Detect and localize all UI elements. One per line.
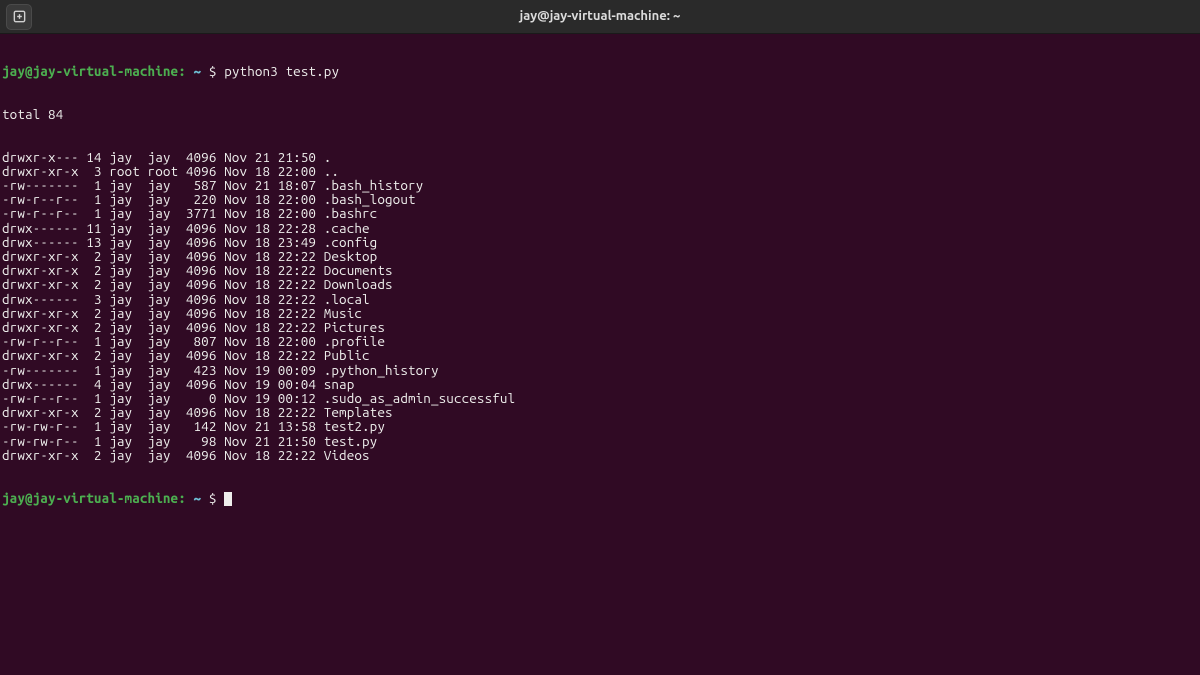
- prompt-path: ~: [186, 490, 201, 506]
- listing-row: drwxr-xr-x 2 jay jay 4096 Nov 18 22:22 T…: [2, 405, 1198, 419]
- listing-row: -rw------- 1 jay jay 587 Nov 21 18:07 .b…: [2, 178, 1198, 192]
- listing-row: -rw-rw-r-- 1 jay jay 98 Nov 21 21:50 tes…: [2, 434, 1198, 448]
- listing-row: drwx------ 4 jay jay 4096 Nov 19 00:04 s…: [2, 377, 1198, 391]
- listing-row: drwxr-xr-x 2 jay jay 4096 Nov 18 22:22 D…: [2, 263, 1198, 277]
- new-tab-icon: [12, 9, 27, 24]
- directory-listing: drwxr-x--- 14 jay jay 4096 Nov 21 21:50 …: [2, 150, 1198, 462]
- new-tab-button[interactable]: [6, 4, 32, 30]
- listing-row: drwx------ 3 jay jay 4096 Nov 18 22:22 .…: [2, 292, 1198, 306]
- window-title: jay@jay-virtual-machine: ~: [520, 9, 681, 23]
- prompt-line-2: jay@jay-virtual-machine: ~ $: [2, 491, 1198, 506]
- prompt-dollar: $: [201, 490, 224, 506]
- listing-row: drwxr-xr-x 2 jay jay 4096 Nov 18 22:22 D…: [2, 249, 1198, 263]
- listing-row: -rw-rw-r-- 1 jay jay 142 Nov 21 13:58 te…: [2, 419, 1198, 433]
- output-total: total 84: [2, 107, 1198, 121]
- listing-row: -rw-r--r-- 1 jay jay 3771 Nov 18 22:00 .…: [2, 206, 1198, 220]
- listing-row: -rw------- 1 jay jay 423 Nov 19 00:09 .p…: [2, 363, 1198, 377]
- prompt-path: ~: [186, 63, 201, 79]
- listing-row: drwx------ 13 jay jay 4096 Nov 18 23:49 …: [2, 235, 1198, 249]
- listing-row: drwxr-xr-x 2 jay jay 4096 Nov 18 22:22 M…: [2, 306, 1198, 320]
- prompt-separator: :: [178, 490, 186, 506]
- prompt-dollar: $: [201, 63, 224, 79]
- prompt-separator: :: [178, 63, 186, 79]
- prompt-user-host: jay@jay-virtual-machine: [2, 490, 178, 506]
- listing-row: -rw-r--r-- 1 jay jay 807 Nov 18 22:00 .p…: [2, 334, 1198, 348]
- prompt-line-1: jay@jay-virtual-machine: ~ $ python3 tes…: [2, 64, 1198, 78]
- listing-row: drwxr-xr-x 2 jay jay 4096 Nov 18 22:22 V…: [2, 448, 1198, 462]
- listing-row: drwxr-xr-x 3 root root 4096 Nov 18 22:00…: [2, 164, 1198, 178]
- listing-row: drwxr-xr-x 2 jay jay 4096 Nov 18 22:22 P…: [2, 320, 1198, 334]
- command-text: python3 test.py: [224, 63, 339, 79]
- listing-row: -rw-r--r-- 1 jay jay 0 Nov 19 00:12 .sud…: [2, 391, 1198, 405]
- listing-row: drwxr-x--- 14 jay jay 4096 Nov 21 21:50 …: [2, 150, 1198, 164]
- terminal-viewport[interactable]: jay@jay-virtual-machine: ~ $ python3 tes…: [0, 34, 1200, 520]
- listing-row: drwxr-xr-x 2 jay jay 4096 Nov 18 22:22 D…: [2, 277, 1198, 291]
- listing-row: drwxr-xr-x 2 jay jay 4096 Nov 18 22:22 P…: [2, 348, 1198, 362]
- cursor: [224, 492, 232, 506]
- listing-row: -rw-r--r-- 1 jay jay 220 Nov 18 22:00 .b…: [2, 192, 1198, 206]
- listing-row: drwx------ 11 jay jay 4096 Nov 18 22:28 …: [2, 221, 1198, 235]
- prompt-user-host: jay@jay-virtual-machine: [2, 63, 178, 79]
- window-titlebar: jay@jay-virtual-machine: ~: [0, 0, 1200, 34]
